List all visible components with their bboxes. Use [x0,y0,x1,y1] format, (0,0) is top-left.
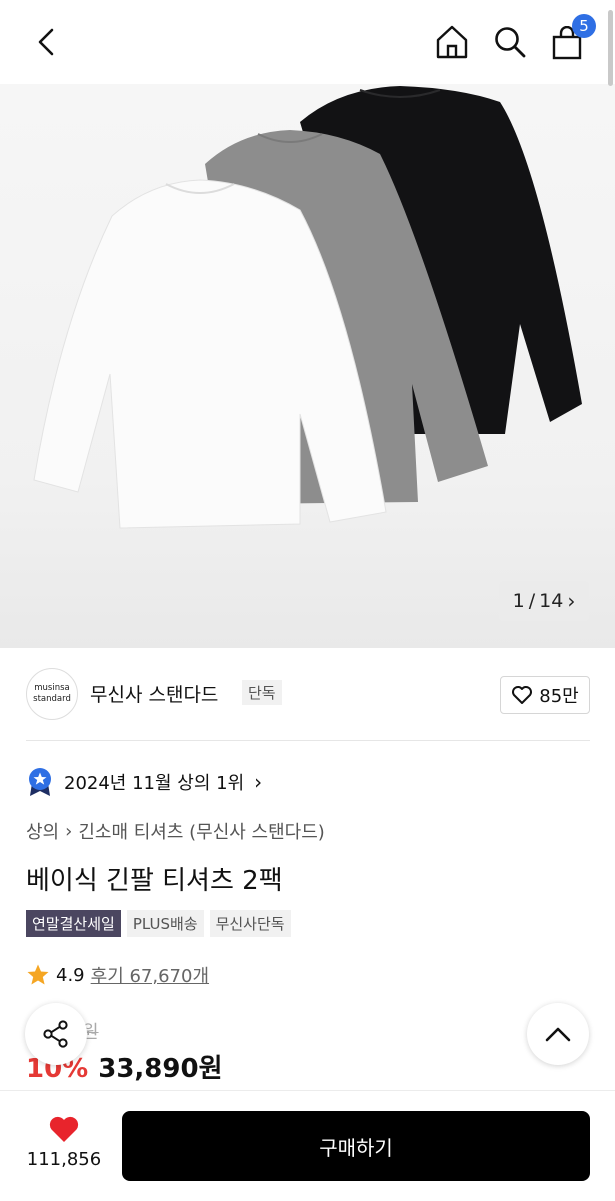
brand-row: musinsa standard 무신사 스탠다드 단독 85만 [26,668,590,720]
sale-price: 33,890원 [98,1054,223,1084]
cart-button[interactable]: 5 [548,14,596,62]
wishlist-button[interactable]: 111,856 [24,1115,104,1170]
ranking-link[interactable]: 2024년 11월 상의 1위 › [26,766,262,798]
search-icon [495,27,526,58]
back-button[interactable] [28,24,64,60]
star-icon [27,964,49,985]
sale-tag: 연말결산세일 [26,910,121,937]
brand-like-button[interactable]: 85만 [500,676,590,714]
product-title: 베이식 긴팔 티셔츠 2팩 [26,866,283,896]
brand-name[interactable]: 무신사 스탠다드 [90,680,218,707]
heart-filled-icon [49,1116,79,1142]
rating-value: 4.9 [56,964,85,986]
top-bar: 5 [0,0,615,84]
scrollbar[interactable] [608,10,613,86]
share-button[interactable] [25,1003,87,1065]
product-image [33,86,582,529]
chevron-right-icon: › [254,770,263,794]
counter-total: 14 [539,590,564,612]
chevron-up-icon [545,1027,571,1042]
delivery-tag: PLUS배송 [126,910,204,937]
breadcrumb-separator: › [65,820,73,842]
review-count-link[interactable]: 후기 67,670개 [91,962,209,988]
cart-count-badge: 5 [572,14,596,38]
rating-row: 4.9 후기 67,670개 [26,962,209,988]
home-button[interactable] [432,22,472,62]
ranking-text: 2024년 11월 상의 1위 [64,773,245,794]
brand-logo-line2: standard [33,694,71,704]
brand-logo-line1: musinsa [34,683,70,693]
wishlist-count: 111,856 [26,1149,102,1170]
heart-outline-icon [512,686,533,704]
breadcrumb-item-category[interactable]: 상의 [26,818,59,844]
share-icon [43,1020,68,1048]
buy-button[interactable]: 구매하기 [122,1111,590,1181]
breadcrumb: 상의 › 긴소매 티셔츠 (무신사 스탠다드) [26,818,325,844]
exclusive-product-tag: 무신사단독 [209,910,291,937]
product-image-gallery[interactable]: 1 / 14 › [0,84,615,648]
product-tags: 연말결산세일 PLUS배송 무신사단독 [26,910,291,937]
breadcrumb-item-subcategory[interactable]: 긴소매 티셔츠 (무신사 스탠다드) [78,818,325,844]
brand-logo[interactable]: musinsa standard [26,668,78,720]
counter-separator: / [528,590,536,612]
scroll-to-top-button[interactable] [527,1003,589,1065]
divider [26,740,590,741]
search-button[interactable] [490,22,530,62]
brand-like-count: 85만 [539,686,579,707]
exclusive-tag: 단독 [242,680,282,705]
bottom-action-bar: 111,856 구매하기 [0,1090,615,1201]
image-counter[interactable]: 1 / 14 › [499,581,589,621]
back-icon [38,28,54,56]
home-icon [436,25,468,59]
counter-current: 1 [512,590,525,612]
ranking-medal-icon [29,768,51,796]
chevron-right-icon: › [567,589,576,613]
